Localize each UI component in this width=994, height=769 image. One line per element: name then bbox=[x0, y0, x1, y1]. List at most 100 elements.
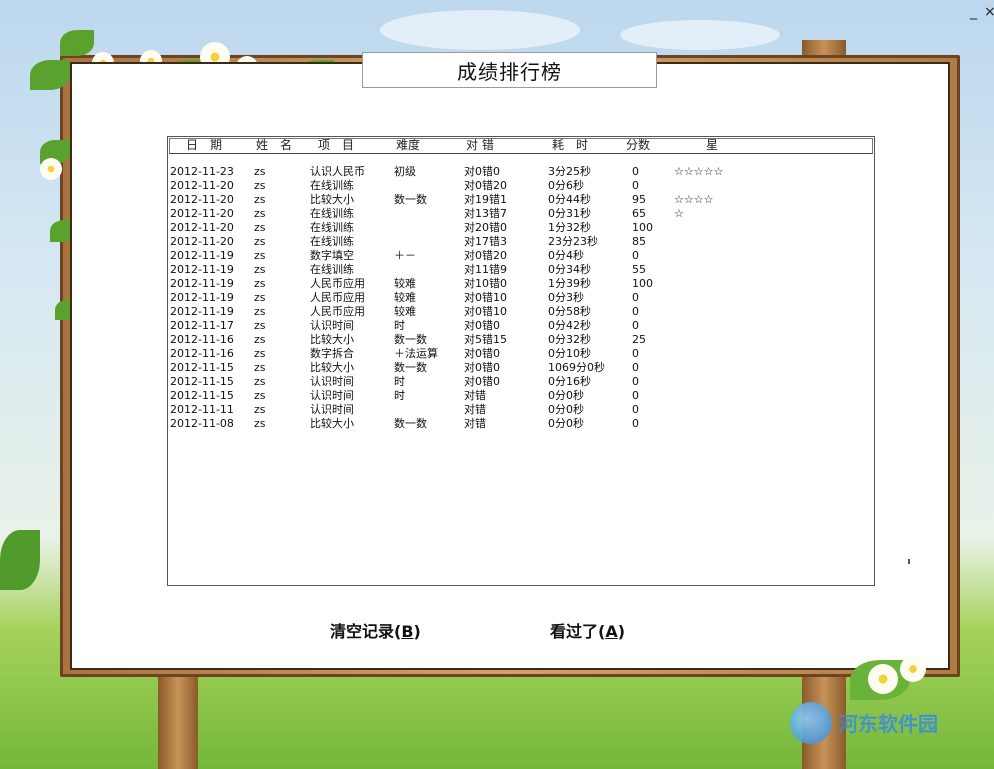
table-cell: 人民币应用 bbox=[310, 291, 365, 304]
flower-decoration bbox=[40, 158, 62, 180]
header-item: 项 目 bbox=[318, 138, 355, 152]
list-rows: 2012-11-23 zs 认识人民币 初级 对0错0 3分25秒 0 ☆☆☆☆☆ 2012-1… bbox=[168, 165, 874, 431]
table-cell: 初级 bbox=[394, 165, 416, 178]
clear-records-button[interactable]: 清空记录(B) bbox=[330, 618, 421, 642]
table-cell: zs bbox=[254, 165, 266, 178]
records-list[interactable]: 日 期 姓 名 项 目 难度 对 错 耗 时 分数 星 2012-11-23 zs… bbox=[167, 136, 875, 586]
table-row[interactable]: 2012-11-15 zs 认识时间 时 对错 0分0秒 0 bbox=[168, 389, 874, 403]
table-cell: 1分32秒 bbox=[548, 221, 591, 234]
table-cell: 对19错1 bbox=[464, 193, 507, 206]
table-cell: 2012-11-19 bbox=[170, 291, 234, 304]
table-row[interactable]: 2012-11-19 zs 人民币应用 较难 对0错10 0分58秒 0 bbox=[168, 305, 874, 319]
table-cell: zs bbox=[254, 263, 266, 276]
table-cell: 0 bbox=[632, 361, 639, 374]
tree-decoration bbox=[0, 530, 40, 590]
table-cell: 对11错9 bbox=[464, 263, 507, 276]
table-row[interactable]: 2012-11-08 zs 比较大小 数一数 对错 0分0秒 0 bbox=[168, 417, 874, 431]
table-cell: 比较大小 bbox=[310, 333, 354, 346]
table-cell: zs bbox=[254, 291, 266, 304]
table-cell: 2012-11-15 bbox=[170, 375, 234, 388]
table-cell: zs bbox=[254, 305, 266, 318]
table-row[interactable]: 2012-11-15 zs 认识时间 时 对0错0 0分16秒 0 bbox=[168, 375, 874, 389]
close-button[interactable]: × bbox=[984, 4, 994, 20]
table-row[interactable]: 2012-11-17 zs 认识时间 时 对0错0 0分42秒 0 bbox=[168, 319, 874, 333]
page-title: 成绩排行榜 bbox=[457, 59, 562, 84]
table-cell: 0分31秒 bbox=[548, 207, 591, 220]
watermark-logo: 河东软件园 bbox=[790, 698, 990, 750]
table-cell: 0分3秒 bbox=[548, 291, 584, 304]
table-cell: 95 bbox=[632, 193, 646, 206]
table-row[interactable]: 2012-11-20 zs 在线训练 对17错3 23分23秒 85 bbox=[168, 235, 874, 249]
table-row[interactable]: 2012-11-11 zs 认识时间 对错 0分0秒 0 bbox=[168, 403, 874, 417]
cloud-decoration bbox=[620, 20, 780, 50]
table-cell: 数字拆合 bbox=[310, 347, 354, 360]
table-cell: 0 bbox=[632, 403, 639, 416]
table-cell: 对0错0 bbox=[464, 319, 500, 332]
list-header: 日 期 姓 名 项 目 难度 对 错 耗 时 分数 星 bbox=[169, 138, 873, 154]
table-row[interactable]: 2012-11-19 zs 数字填空 ＋－ 对0错20 0分4秒 0 bbox=[168, 249, 874, 263]
table-cell: 1069分0秒 bbox=[548, 361, 605, 374]
table-cell: 1分39秒 bbox=[548, 277, 591, 290]
table-cell: zs bbox=[254, 403, 266, 416]
table-cell: 对10错0 bbox=[464, 277, 507, 290]
table-cell: zs bbox=[254, 389, 266, 402]
table-cell: ＋法运算 bbox=[394, 347, 438, 360]
table-cell: 2012-11-08 bbox=[170, 417, 234, 430]
table-row[interactable]: 2012-11-23 zs 认识人民币 初级 对0错0 3分25秒 0 ☆☆☆☆☆ bbox=[168, 165, 874, 179]
table-cell: 2012-11-15 bbox=[170, 361, 234, 374]
cloud-decoration bbox=[380, 10, 580, 50]
table-cell: 2012-11-20 bbox=[170, 221, 234, 234]
table-cell: 2012-11-20 bbox=[170, 207, 234, 220]
leaf-decoration bbox=[60, 30, 94, 56]
table-cell: 2012-11-19 bbox=[170, 277, 234, 290]
table-cell: 对错 bbox=[464, 417, 486, 430]
table-cell: 认识时间 bbox=[310, 319, 354, 332]
seen-button[interactable]: 看过了(A) bbox=[550, 618, 625, 642]
header-stars: 星 bbox=[706, 138, 719, 152]
table-cell: 0 bbox=[632, 375, 639, 388]
table-cell: 85 bbox=[632, 235, 646, 248]
table-cell: 时 bbox=[394, 319, 405, 332]
table-cell: 0分6秒 bbox=[548, 179, 584, 192]
table-cell: 0 bbox=[632, 389, 639, 402]
table-cell: 23分23秒 bbox=[548, 235, 598, 248]
table-row[interactable]: 2012-11-19 zs 人民币应用 较难 对10错0 1分39秒 100 bbox=[168, 277, 874, 291]
table-cell: 认识时间 bbox=[310, 389, 354, 402]
table-cell: 2012-11-16 bbox=[170, 333, 234, 346]
table-row[interactable]: 2012-11-15 zs 比较大小 数一数 对0错0 1069分0秒 0 bbox=[168, 361, 874, 375]
table-row[interactable]: 2012-11-20 zs 比较大小 数一数 对19错1 0分44秒 95 ☆☆☆☆ bbox=[168, 193, 874, 207]
header-time: 耗 时 bbox=[552, 138, 589, 152]
clear-button-suffix: ) bbox=[413, 622, 421, 641]
table-row[interactable]: 2012-11-20 zs 在线训练 对0错20 0分6秒 0 bbox=[168, 179, 874, 193]
table-cell: 时 bbox=[394, 375, 405, 388]
table-cell: zs bbox=[254, 361, 266, 374]
table-row[interactable]: 2012-11-20 zs 在线训练 对20错0 1分32秒 100 bbox=[168, 221, 874, 235]
table-cell: 0 bbox=[632, 291, 639, 304]
watermark-icon bbox=[790, 702, 832, 744]
table-row[interactable]: 2012-11-16 zs 比较大小 数一数 对5错15 0分32秒 25 bbox=[168, 333, 874, 347]
table-row[interactable]: 2012-11-20 zs 在线训练 对13错7 0分31秒 65 ☆ bbox=[168, 207, 874, 221]
table-cell: ☆☆☆☆ bbox=[674, 193, 714, 206]
minimize-button[interactable]: _ bbox=[970, 4, 977, 20]
table-cell: 时 bbox=[394, 389, 405, 402]
table-cell: 对17错3 bbox=[464, 235, 507, 248]
table-row[interactable]: 2012-11-19 zs 人民币应用 较难 对0错10 0分3秒 0 bbox=[168, 291, 874, 305]
resize-marker bbox=[908, 559, 910, 564]
table-cell: ☆☆☆☆☆ bbox=[674, 165, 724, 178]
table-cell: 对0错10 bbox=[464, 291, 507, 304]
table-cell: 对5错15 bbox=[464, 333, 507, 346]
title-box: 成绩排行榜 bbox=[362, 52, 657, 88]
table-cell: zs bbox=[254, 179, 266, 192]
leaf-decoration bbox=[30, 60, 70, 90]
table-cell: 0分0秒 bbox=[548, 389, 584, 402]
table-cell: 认识时间 bbox=[310, 403, 354, 416]
table-cell: 比较大小 bbox=[310, 417, 354, 430]
table-cell: 在线训练 bbox=[310, 235, 354, 248]
table-row[interactable]: 2012-11-16 zs 数字拆合 ＋法运算 对0错0 0分10秒 0 bbox=[168, 347, 874, 361]
table-cell: 对0错0 bbox=[464, 361, 500, 374]
table-cell: 65 bbox=[632, 207, 646, 220]
seen-button-label: 看过了( bbox=[550, 622, 606, 641]
table-cell: 在线训练 bbox=[310, 207, 354, 220]
table-row[interactable]: 2012-11-19 zs 在线训练 对11错9 0分34秒 55 bbox=[168, 263, 874, 277]
table-cell: 0 bbox=[632, 165, 639, 178]
